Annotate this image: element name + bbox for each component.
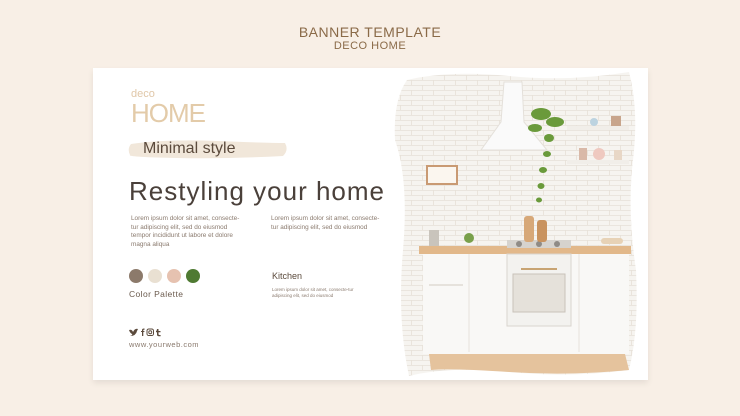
palette-swatch-3 [167, 269, 181, 283]
kitchen-label: Kitchen [272, 271, 303, 281]
kitchen-text: Lorem ipsum dolor sit amet, consecte-tur… [272, 287, 354, 298]
website-url[interactable]: www.yourweb.com [129, 340, 199, 349]
header-title: BANNER TEMPLATE [298, 24, 442, 40]
tumblr-icon[interactable] [156, 329, 161, 337]
paragraph-2: Lorem ipsum dolor sit amet, consecte-tur… [271, 215, 380, 231]
palette-label: Color Palette [129, 289, 184, 299]
palette-swatch-2 [148, 269, 162, 283]
palette-swatch-1 [129, 269, 143, 283]
facebook-icon[interactable] [141, 328, 145, 337]
twitter-icon[interactable] [129, 328, 138, 336]
palette-swatch-4 [186, 269, 200, 283]
header-subtitle: DECO HOME [333, 40, 407, 52]
instagram-icon[interactable] [146, 328, 154, 336]
paragraph-1: Lorem ipsum dolor sit amet, consecte-tur… [131, 215, 240, 248]
logo-home-text: HOME [131, 98, 206, 128]
social-icons [129, 328, 163, 339]
headline: Restyling your home [129, 176, 385, 206]
tagline: Minimal style [143, 140, 236, 157]
banner-card: deco HOME Minimal style Restyling your h… [93, 68, 648, 380]
kitchen-image [394, 72, 637, 376]
